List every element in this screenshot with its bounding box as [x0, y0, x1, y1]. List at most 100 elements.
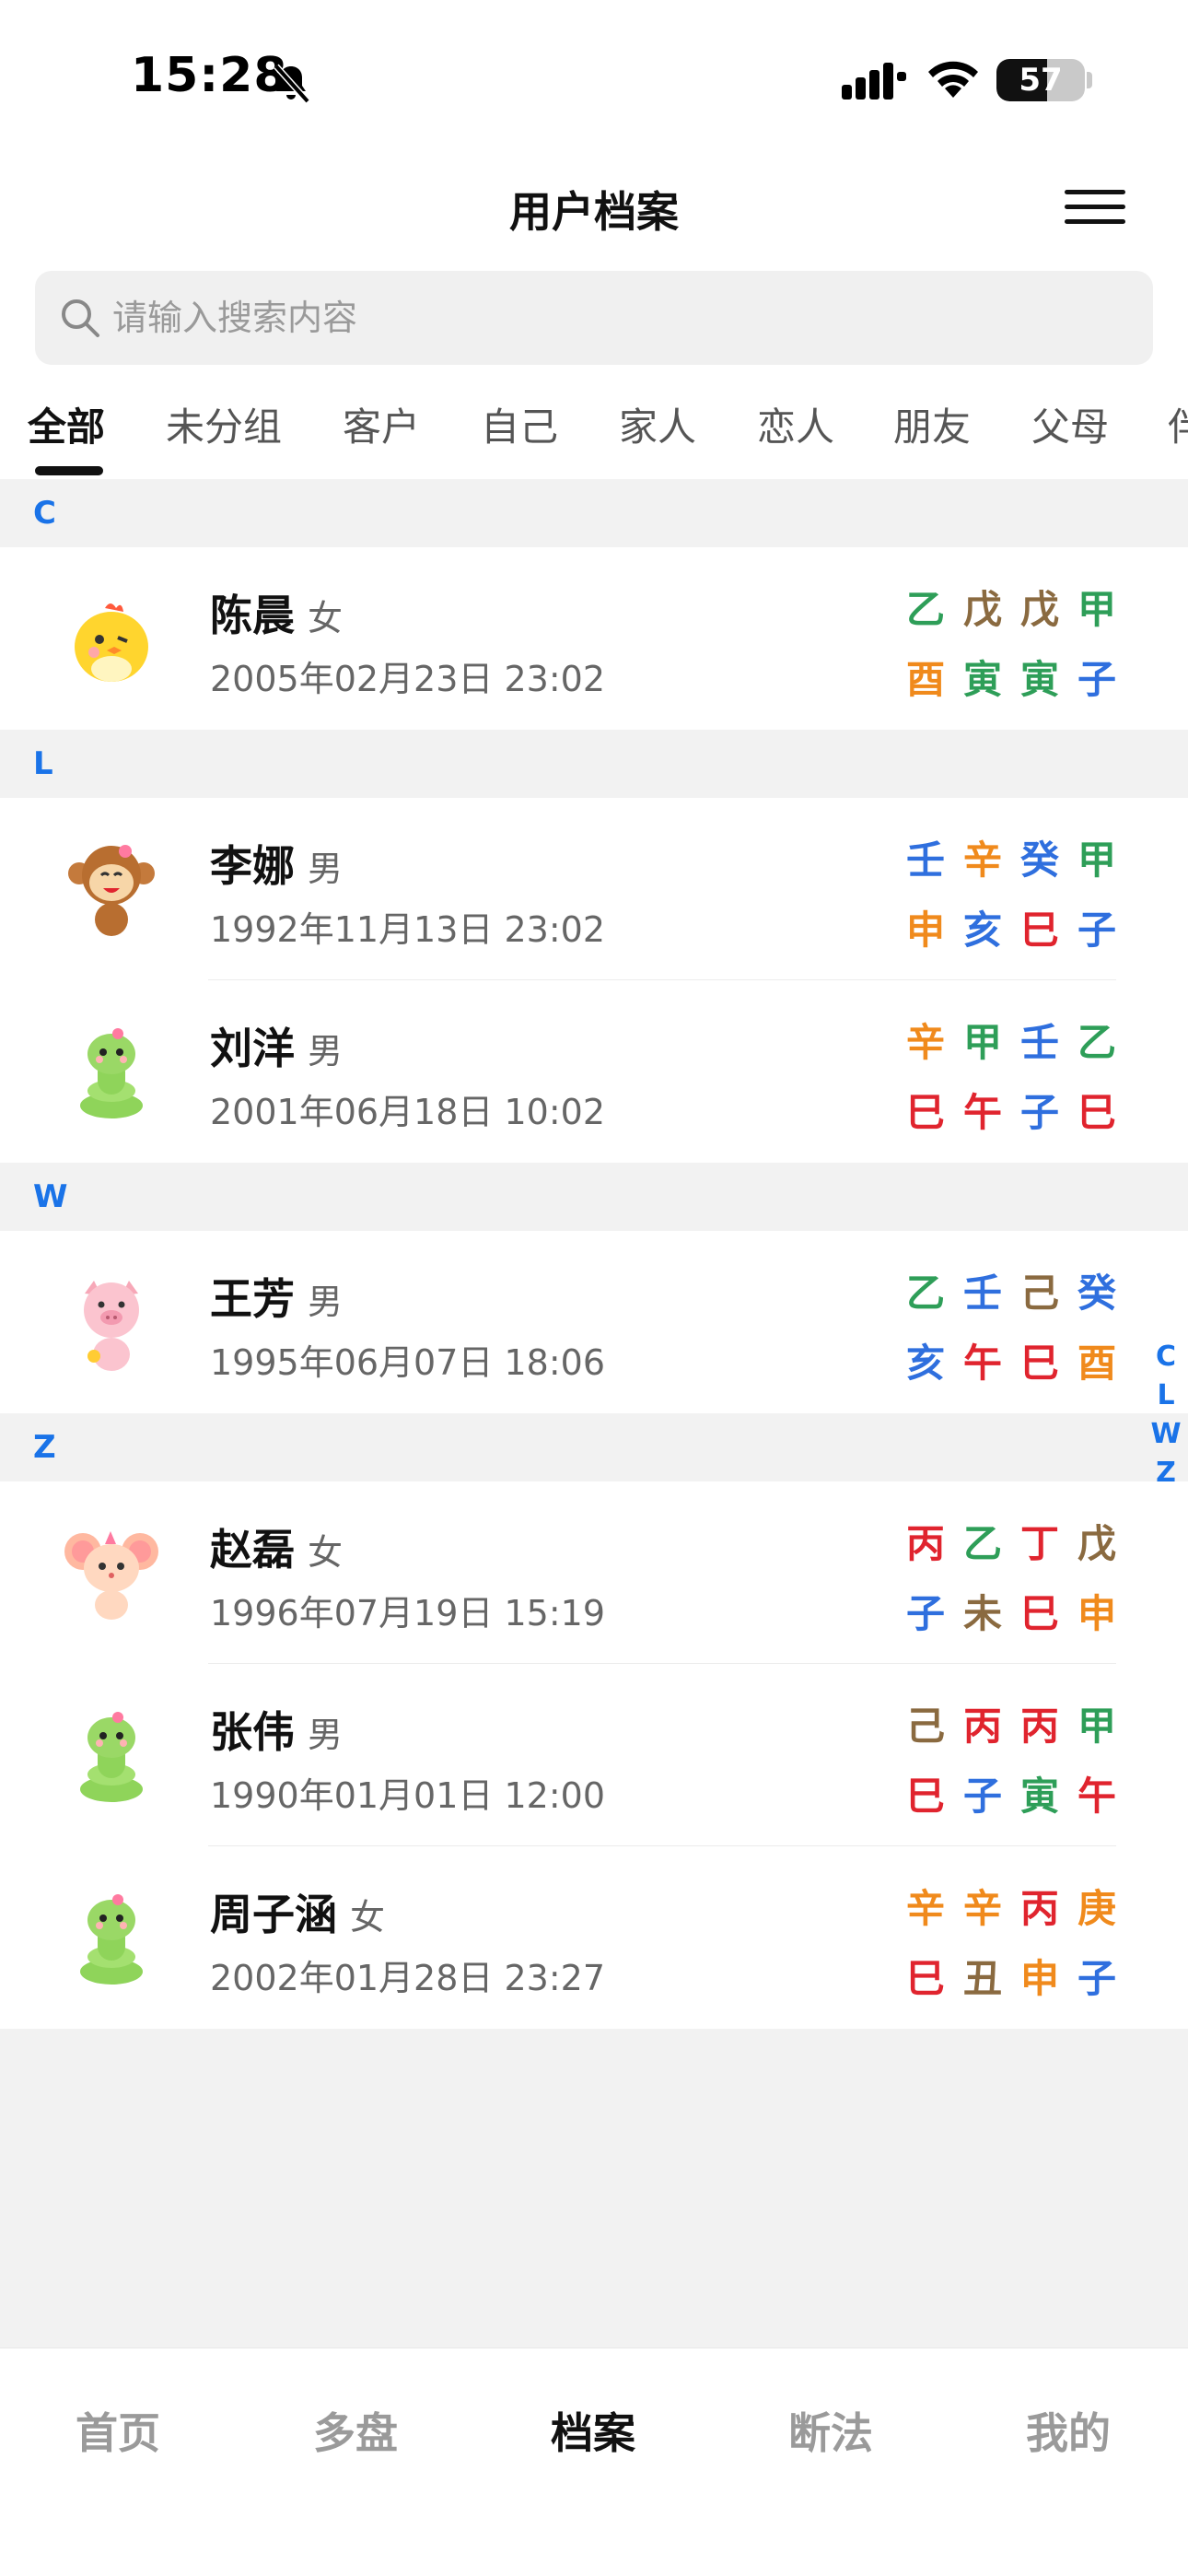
page-title: 用户档案 — [509, 187, 679, 237]
earthly-branch-row: 巳子寅午 — [904, 1762, 1118, 1832]
search-input[interactable] — [112, 271, 1125, 365]
user-name: 张伟 — [210, 1707, 295, 1757]
tab-3[interactable]: 客户 — [343, 396, 420, 452]
index-letter-w[interactable]: W — [1149, 1415, 1182, 1454]
tab-6[interactable]: 恋人 — [757, 396, 834, 452]
user-gender: 男 — [308, 1715, 344, 1755]
group-header-c: C — [0, 479, 1188, 547]
search-icon — [62, 299, 99, 337]
earthly-branch: 巳 — [1019, 1341, 1059, 1386]
heavenly-stem: 壬 — [962, 1270, 1002, 1316]
bazi-chart: 乙戊戊甲酉寅寅子 — [904, 575, 1118, 715]
user-name: 陈晨 — [210, 591, 295, 640]
nav-header: 用户档案 — [0, 157, 1188, 267]
user-name-line: 张伟男 — [210, 1699, 343, 1760]
user-birthdate: 1995年06月07日 18:06 — [210, 1342, 606, 1383]
battery-percent: 57 — [1019, 62, 1063, 99]
nav-item-1[interactable]: 首页 — [26, 2400, 210, 2461]
earthly-branch: 酉 — [1077, 1341, 1116, 1386]
wifi-icon — [928, 61, 978, 98]
chick-avatar-icon — [57, 584, 166, 693]
heavenly-stem-row: 乙壬己癸 — [904, 1259, 1118, 1329]
index-letter-l[interactable]: L — [1149, 1376, 1182, 1415]
nav-item-3[interactable]: 档案 — [501, 2400, 685, 2461]
hamburger-menu-icon[interactable] — [1065, 190, 1125, 228]
nav-item-5[interactable]: 我的 — [976, 2400, 1160, 2461]
heavenly-stem: 丙 — [1019, 1886, 1059, 1931]
heavenly-stem-row: 丙乙丁戊 — [904, 1509, 1118, 1579]
mouse-avatar-icon — [57, 1518, 166, 1627]
heavenly-stem: 丙 — [962, 1704, 1002, 1749]
tab-9[interactable]: 伴 — [1168, 396, 1188, 452]
earthly-branch: 午 — [962, 1341, 1002, 1386]
heavenly-stem-row: 乙戊戊甲 — [904, 575, 1118, 645]
heavenly-stem: 己 — [1019, 1270, 1059, 1316]
user-name-line: 刘洋男 — [210, 1015, 343, 1076]
earthly-branch: 午 — [962, 1090, 1002, 1135]
active-tab-indicator — [35, 466, 103, 475]
user-row[interactable]: 李娜男 1992年11月13日 23:02 壬辛癸甲申亥巳子 — [0, 798, 1188, 980]
user-birthdate: 2001年06月18日 10:02 — [210, 1092, 606, 1132]
earthly-branch: 寅 — [1019, 1774, 1059, 1819]
heavenly-stem-row: 辛辛丙庚 — [904, 1874, 1118, 1944]
search-box[interactable] — [35, 271, 1153, 365]
user-row[interactable]: 赵磊女 1996年07月19日 15:19 丙乙丁戊子未巳申 — [0, 1481, 1188, 1664]
earthly-branch: 寅 — [962, 657, 1002, 702]
cellular-signal-icon — [842, 63, 906, 100]
earthly-branch: 子 — [905, 1591, 945, 1636]
user-gender: 男 — [308, 1031, 344, 1071]
user-list: C 陈晨女 2005年02月23日 23:02 乙戊戊甲酉寅寅子 L 李娜男 1992年11… — [0, 479, 1188, 2029]
bazi-chart: 辛甲壬乙巳午子巳 — [904, 1008, 1118, 1148]
user-name: 周子涵 — [210, 1890, 337, 1939]
bell-muted-icon — [274, 64, 310, 104]
user-row[interactable]: 王芳男 1995年06月07日 18:06 乙壬己癸亥午巳酉 — [0, 1231, 1188, 1413]
alphabet-index-bar[interactable]: CLWZ — [1149, 1338, 1182, 1493]
earthly-branch: 申 — [1019, 1956, 1059, 2001]
heavenly-stem: 癸 — [1077, 1270, 1116, 1316]
user-birthdate: 2005年02月23日 23:02 — [210, 659, 606, 699]
user-row[interactable]: 张伟男 1990年01月01日 12:00 己丙丙甲巳子寅午 — [0, 1664, 1188, 1846]
heavenly-stem-row: 辛甲壬乙 — [904, 1008, 1118, 1078]
heavenly-stem: 癸 — [1019, 837, 1059, 883]
user-row[interactable]: 周子涵女 2002年01月28日 23:27 辛辛丙庚巳丑申子 — [0, 1846, 1188, 2029]
user-name-line: 陈晨女 — [210, 582, 343, 643]
earthly-branch: 子 — [1077, 907, 1116, 953]
earthly-branch: 巳 — [905, 1956, 945, 2001]
earthly-branch: 申 — [905, 907, 945, 953]
heavenly-stem: 壬 — [905, 837, 945, 883]
earthly-branch: 寅 — [1019, 657, 1059, 702]
tab-5[interactable]: 家人 — [619, 396, 696, 452]
heavenly-stem: 甲 — [962, 1020, 1002, 1065]
nav-item-2[interactable]: 多盘 — [263, 2400, 448, 2461]
user-name: 李娜 — [210, 841, 295, 891]
heavenly-stem: 己 — [905, 1704, 945, 1749]
group-header-l: L — [0, 730, 1188, 798]
tab-7[interactable]: 朋友 — [893, 396, 971, 452]
earthly-branch-row: 巳丑申子 — [904, 1944, 1118, 2014]
earthly-branch: 子 — [962, 1774, 1002, 1819]
tab-1[interactable]: 全部 — [28, 396, 105, 452]
user-row[interactable]: 刘洋男 2001年06月18日 10:02 辛甲壬乙巳午子巳 — [0, 980, 1188, 1163]
user-name-line: 赵磊女 — [210, 1516, 343, 1577]
tab-8[interactable]: 父母 — [1031, 396, 1109, 452]
heavenly-stem: 甲 — [1077, 837, 1116, 883]
nav-item-4[interactable]: 断法 — [739, 2400, 923, 2461]
bazi-chart: 己丙丙甲巳子寅午 — [904, 1692, 1118, 1832]
user-birthdate: 1996年07月19日 15:19 — [210, 1593, 606, 1633]
heavenly-stem: 丙 — [905, 1521, 945, 1566]
user-gender: 男 — [308, 1282, 344, 1322]
bazi-chart: 辛辛丙庚巳丑申子 — [904, 1874, 1118, 2014]
tab-4[interactable]: 自己 — [481, 396, 558, 452]
snake-avatar-icon — [57, 1701, 166, 1809]
heavenly-stem: 丙 — [1019, 1704, 1059, 1749]
earthly-branch: 午 — [1077, 1774, 1116, 1819]
index-letter-z[interactable]: Z — [1149, 1454, 1182, 1493]
user-row[interactable]: 陈晨女 2005年02月23日 23:02 乙戊戊甲酉寅寅子 — [0, 547, 1188, 730]
index-letter-c[interactable]: C — [1149, 1338, 1182, 1376]
snake-avatar-icon — [57, 1883, 166, 1992]
earthly-branch-row: 子未巳申 — [904, 1579, 1118, 1649]
snake-avatar-icon — [57, 1017, 166, 1126]
tab-2[interactable]: 未分组 — [166, 396, 282, 452]
bazi-chart: 乙壬己癸亥午巳酉 — [904, 1259, 1118, 1399]
earthly-branch: 子 — [1077, 657, 1116, 702]
